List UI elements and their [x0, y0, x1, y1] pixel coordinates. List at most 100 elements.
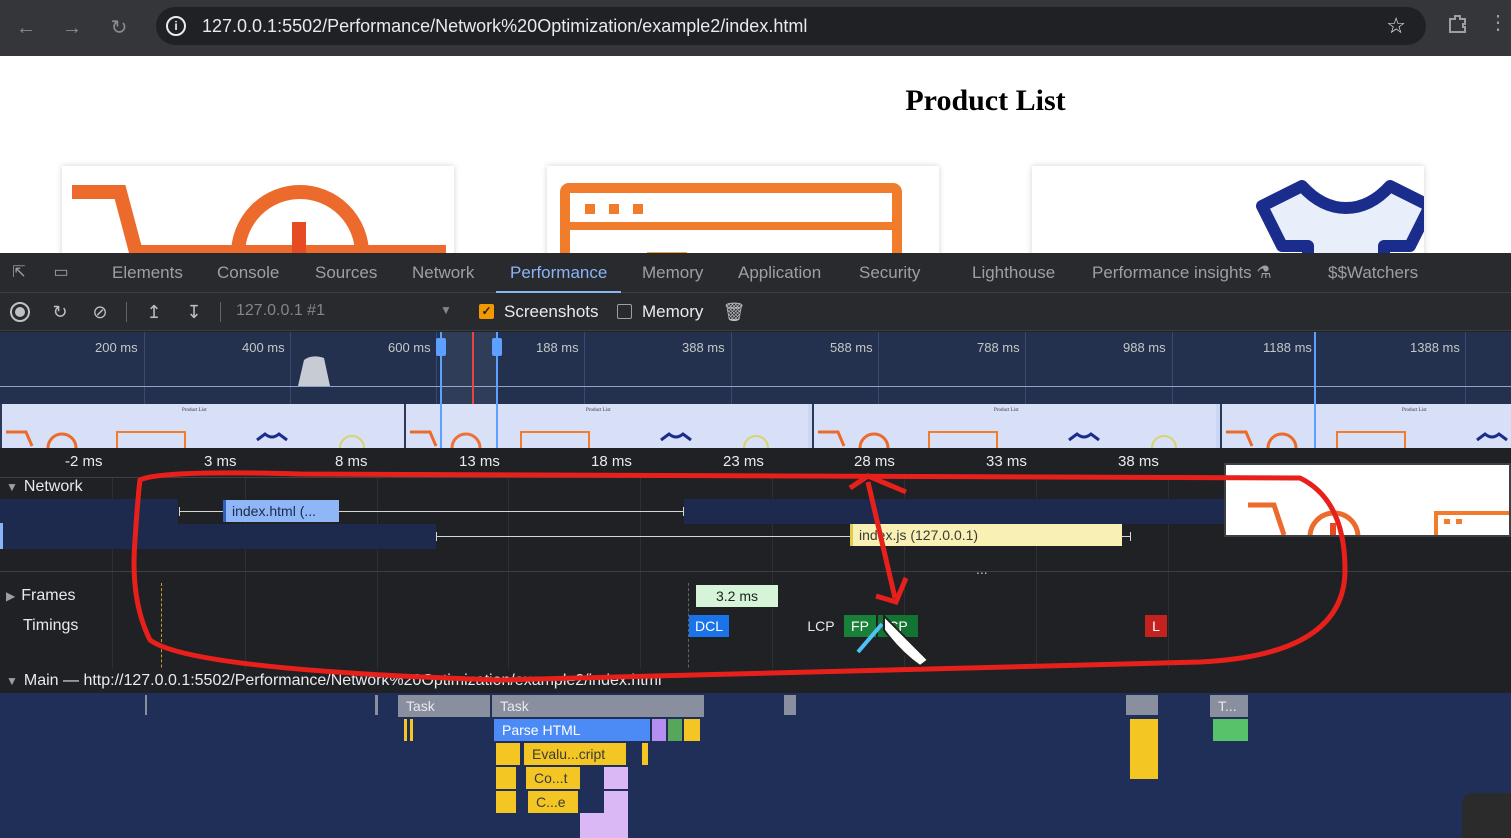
inspect-element-icon[interactable]: ⇱ — [8, 262, 30, 284]
ruler-label: 28 ms — [854, 453, 895, 470]
task-block-small[interactable] — [1126, 695, 1158, 715]
performance-toolbar: ↻ ⊘ ↥ ↧ 127.0.0.1 #1 ▼ ✓ Screenshots Mem… — [0, 293, 1511, 331]
screenshots-checkbox[interactable]: ✓ — [479, 304, 494, 319]
purple-block — [580, 813, 628, 838]
site-info-icon[interactable]: i — [166, 16, 186, 36]
caret-right-icon: ▶ — [6, 589, 16, 603]
main-flame-chart[interactable]: Task Task Parse HTML Evalu...cript Co...… — [0, 693, 1511, 838]
frame-duration-chip[interactable]: 3.2 ms — [696, 585, 778, 607]
memory-label: Memory — [642, 302, 704, 321]
cpu-activity-hump — [298, 356, 330, 386]
selection-right-handle[interactable] — [492, 338, 502, 356]
evaluate-script-block[interactable]: Evalu...cript — [524, 743, 626, 765]
track-resize-ellipsis[interactable]: ... — [976, 561, 988, 577]
ruler-label: 3 ms — [204, 453, 237, 470]
webcam-overlay — [1462, 793, 1511, 838]
yellow-block — [496, 743, 520, 765]
record-icon[interactable] — [8, 301, 32, 323]
forward-arrow-icon[interactable]: → — [58, 14, 86, 42]
memory-checkbox[interactable] — [617, 304, 632, 319]
parse-html-block[interactable]: Parse HTML — [494, 719, 650, 741]
ruler-label: 38 ms — [1118, 453, 1159, 470]
product-card[interactable] — [547, 166, 939, 253]
selection-left-handle[interactable] — [436, 338, 446, 356]
overview-gridline — [1172, 332, 1173, 404]
devtools-panel: ⇱ ▭ Elements Console Sources Network Per… — [0, 253, 1511, 838]
tab-security[interactable]: Security — [859, 253, 920, 293]
browser-window-icon — [560, 183, 902, 253]
address-bar[interactable]: i 127.0.0.1:5502/Performance/Network%20O… — [156, 7, 1426, 45]
overview-gridline — [584, 332, 585, 404]
tab-console[interactable]: Console — [217, 253, 279, 293]
screenshot-thumb[interactable]: Product List — [0, 404, 404, 448]
extensions-icon[interactable] — [1446, 12, 1470, 36]
overview-time-label: 200 ms — [95, 340, 138, 355]
selection-marker — [472, 332, 474, 404]
overview-time-label: 788 ms — [977, 340, 1020, 355]
trash-icon[interactable]: 🗑 — [722, 301, 746, 323]
fp-marker[interactable]: FP — [844, 615, 876, 637]
tab-network[interactable]: Network — [412, 253, 474, 293]
tab-elements[interactable]: Elements — [112, 253, 183, 293]
main-track-header[interactable]: ▼ Main — http://127.0.0.1:5502/Performanc… — [0, 669, 1511, 693]
url-text[interactable]: 127.0.0.1:5502/Performance/Network%20Opt… — [202, 16, 807, 37]
overview-time-label: 400 ms — [242, 340, 285, 355]
more-menu-icon[interactable]: ⋮ — [1488, 10, 1508, 38]
network-track-header[interactable]: ▼ Network — [6, 478, 83, 496]
cart-icon — [72, 185, 446, 253]
task-block[interactable]: T... — [1210, 695, 1248, 717]
overview-time-label: 600 ms — [388, 340, 431, 355]
back-arrow-icon[interactable]: ← — [12, 14, 40, 42]
green-block — [1213, 719, 1248, 741]
call-block[interactable]: C...e — [528, 791, 578, 813]
thumb-preview — [6, 430, 365, 448]
task-block[interactable]: Task — [492, 695, 704, 717]
yellow-sliver — [410, 719, 413, 741]
screen: ← → ↻ i 127.0.0.1:5502/Performance/Netwo… — [0, 0, 1511, 838]
timeline-overview[interactable]: 200 ms 400 ms 600 ms 188 ms 388 ms 588 m… — [0, 332, 1511, 448]
device-toolbar-icon[interactable]: ▭ — [50, 262, 72, 284]
product-card[interactable] — [1032, 166, 1424, 253]
compile-block[interactable]: Co...t — [526, 767, 580, 789]
overview-gridline — [731, 332, 732, 404]
request-wait-tick — [179, 507, 180, 516]
screenshot-thumb[interactable]: Product List — [812, 404, 1216, 448]
reload-icon[interactable]: ↻ — [105, 14, 133, 42]
tab-application[interactable]: Application — [738, 253, 821, 293]
reload-profile-icon[interactable]: ↻ — [48, 301, 72, 323]
yellow-block — [496, 767, 516, 789]
request-index-js[interactable]: index.js (127.0.0.1) — [850, 524, 1122, 546]
chevron-down-icon[interactable]: ▼ — [440, 303, 452, 317]
download-icon[interactable]: ↧ — [182, 301, 206, 323]
load-marker[interactable]: L — [1145, 615, 1167, 637]
ruler-label: 33 ms — [986, 453, 1027, 470]
tab-lighthouse[interactable]: Lighthouse — [972, 253, 1055, 293]
overview-time-label: 588 ms — [830, 340, 873, 355]
toolbar-divider — [220, 302, 221, 322]
bookmark-star-icon[interactable]: ☆ — [1386, 13, 1406, 39]
screenshot-hover-preview — [1224, 463, 1511, 537]
network-edge-marker — [0, 523, 3, 549]
yellow-block — [684, 719, 700, 741]
task-block[interactable]: Task — [398, 695, 490, 717]
tab-performance[interactable]: Performance — [496, 253, 622, 293]
lcp-marker[interactable]: LCP — [802, 615, 840, 637]
fcp-marker[interactable]: CP — [878, 615, 918, 637]
tab-sources[interactable]: Sources — [315, 253, 377, 293]
request-wait-tick — [683, 507, 684, 516]
overview-time-label: 388 ms — [682, 340, 725, 355]
network-track-label: Network — [23, 478, 83, 495]
request-index-html[interactable]: index.html (... — [223, 500, 339, 522]
dcl-marker[interactable]: DCL — [689, 615, 729, 637]
overview-selection-window[interactable] — [436, 332, 502, 448]
request-wait-tick — [1130, 532, 1131, 541]
recording-select[interactable]: 127.0.0.1 #1 — [236, 302, 325, 320]
frames-track-header[interactable]: ▶ Frames — [6, 587, 75, 605]
upload-icon[interactable]: ↥ — [142, 301, 166, 323]
clear-icon[interactable]: ⊘ — [88, 301, 112, 323]
tab-memory[interactable]: Memory — [642, 253, 703, 293]
product-card[interactable] — [62, 166, 454, 253]
tab-performance-insights[interactable]: Performance insights ⚗ — [1092, 253, 1272, 293]
tab-watchers[interactable]: $$Watchers — [1328, 253, 1418, 293]
screenshot-thumb[interactable]: Product List — [1220, 404, 1511, 448]
